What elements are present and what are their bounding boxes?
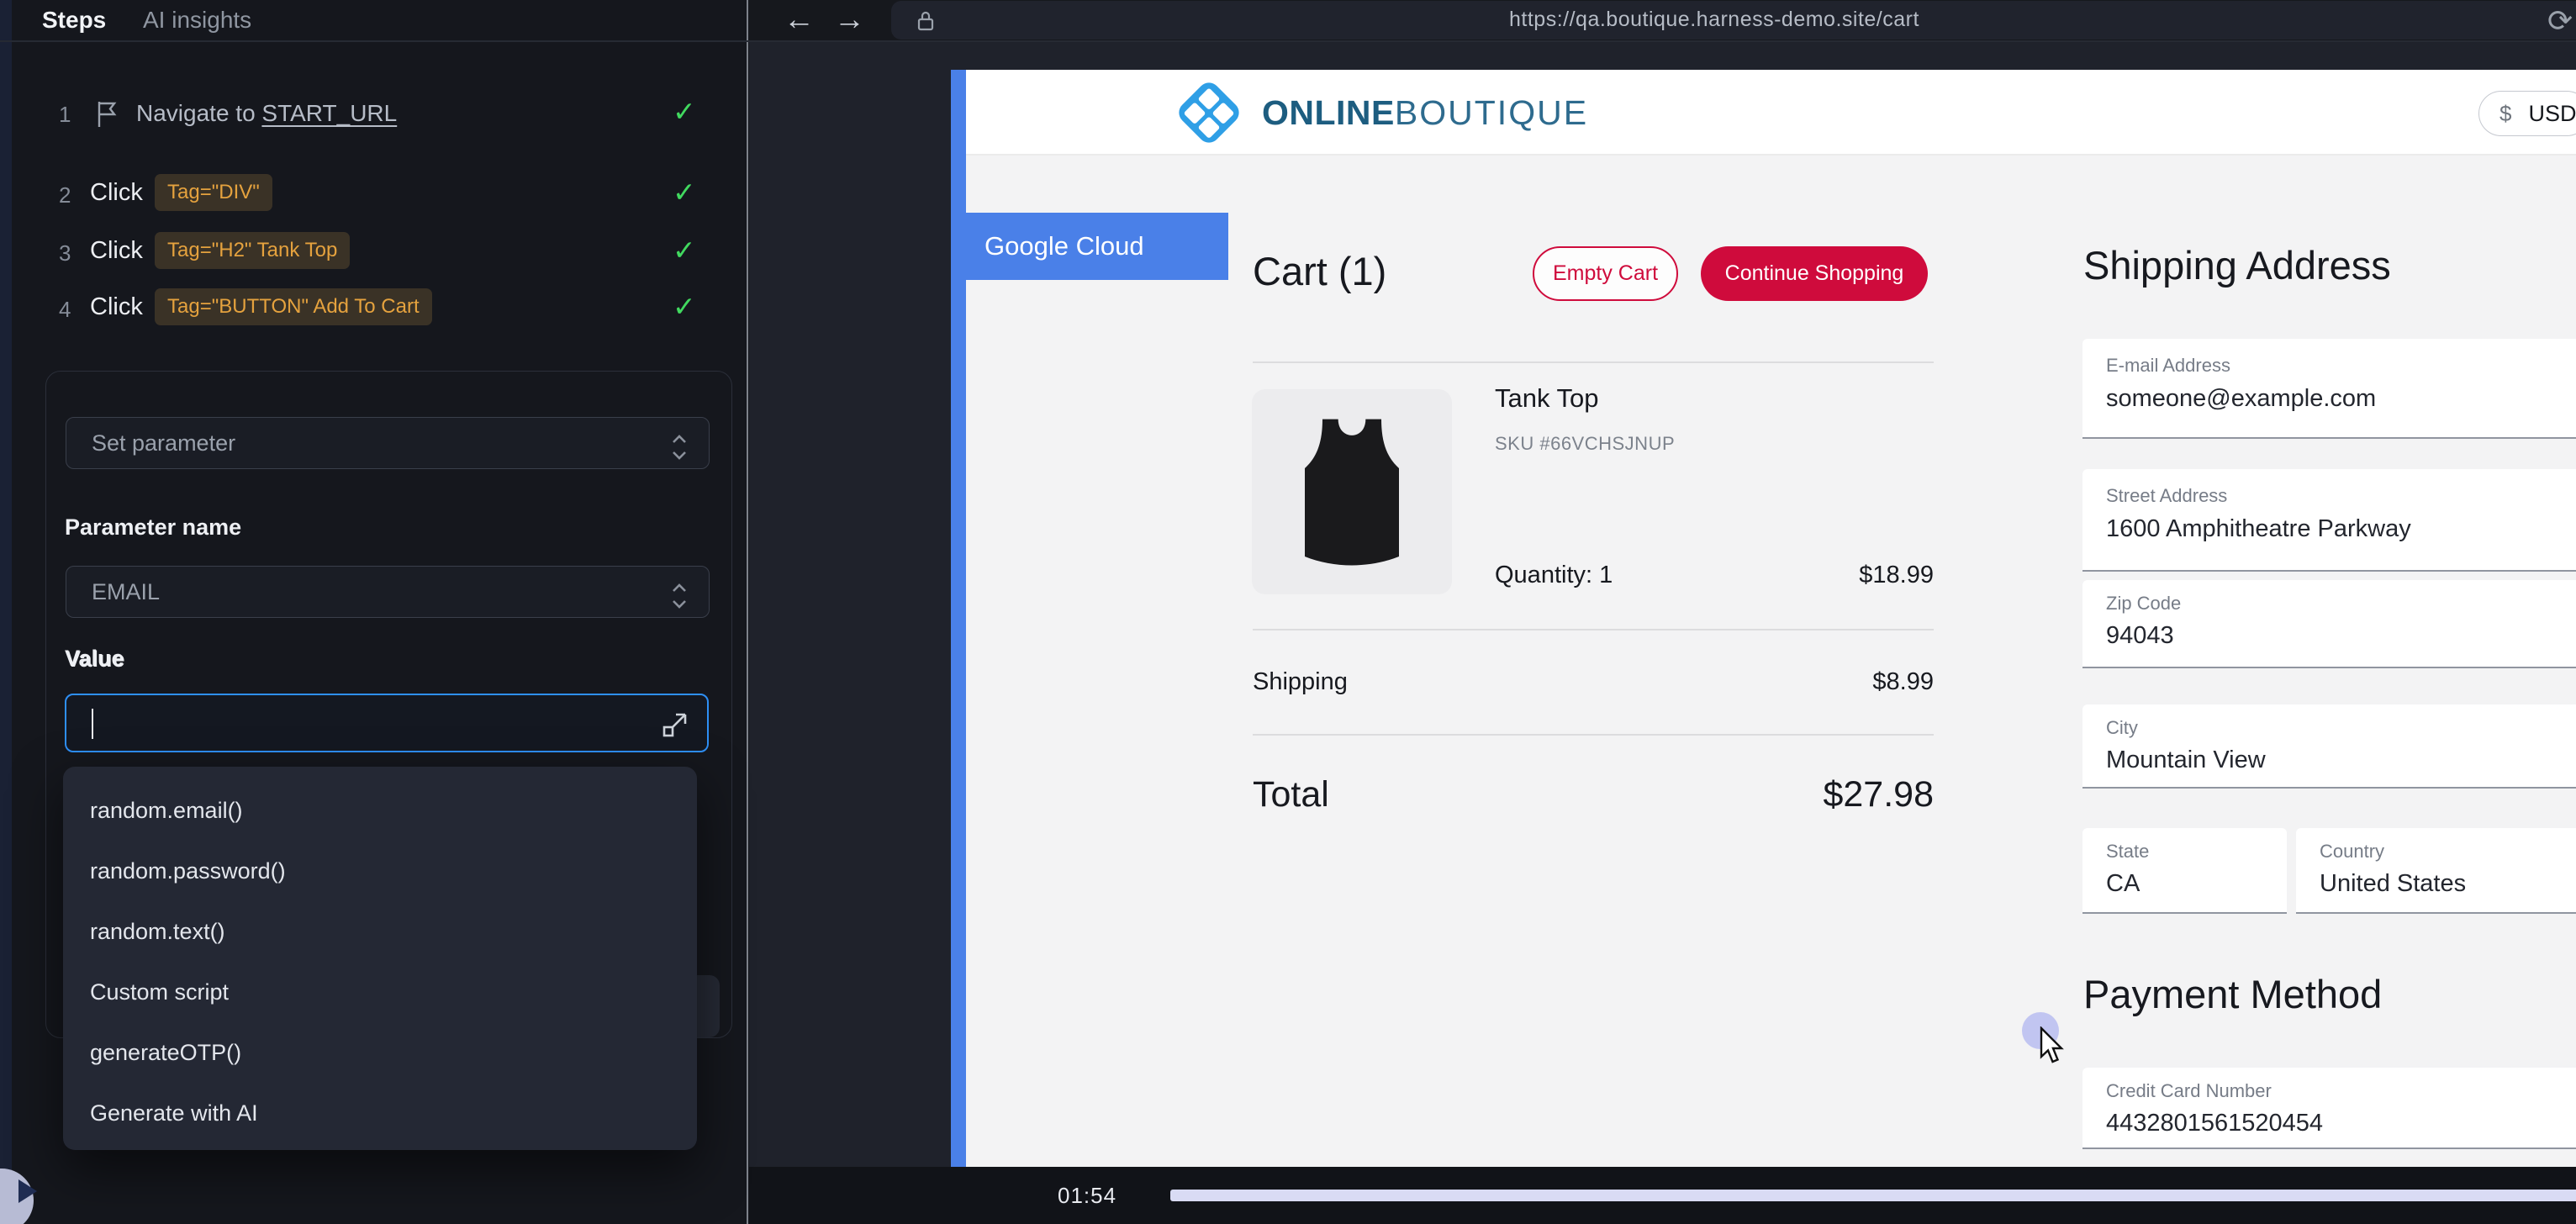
step-success-icon: ✓ (673, 95, 696, 128)
street-address-field[interactable]: Street Address 1600 Amphitheatre Parkway (2082, 469, 2576, 572)
total-price: $27.98 (1823, 774, 1934, 815)
cart-item-price: $18.99 (1859, 562, 1934, 589)
email-field[interactable]: E-mail Address someone@example.com (2082, 339, 2576, 439)
timeline-progress[interactable] (1170, 1190, 2576, 1201)
menu-item-generate-otp[interactable]: generateOTP() (63, 1022, 697, 1083)
step-label: Navigate to START_URL (136, 100, 397, 127)
state-field[interactable]: State CA (2082, 828, 2287, 914)
back-button[interactable]: ← (784, 2, 815, 37)
field-label: E-mail Address (2106, 355, 2230, 377)
google-cloud-ribbon: Google Cloud (966, 213, 1228, 280)
menu-item-random-password[interactable]: random.password() (63, 841, 697, 901)
total-label: Total (1253, 774, 1329, 815)
url-text[interactable]: https://qa.boutique.harness-demo.site/ca… (1509, 8, 1919, 32)
menu-item-custom-script[interactable]: Custom script (63, 962, 697, 1022)
parameter-name-select[interactable]: EMAIL (66, 566, 710, 618)
action-type-value: Set parameter (92, 430, 235, 456)
step-number: 3 (59, 240, 71, 266)
empty-cart-button[interactable]: Empty Cart (1533, 246, 1678, 301)
step-success-icon: ✓ (673, 290, 696, 323)
shipping-row-price: $8.99 (1872, 668, 1934, 696)
text-caret (92, 709, 93, 739)
timestamp: 01:54 (1058, 1183, 1116, 1209)
menu-item-generate-with-ai[interactable]: Generate with AI (63, 1083, 697, 1143)
tab-steps[interactable]: Steps (42, 0, 106, 40)
panel-resize-divider[interactable] (747, 0, 748, 1224)
shipping-row-label: Shipping (1253, 668, 1348, 696)
page-accent-strip (951, 70, 966, 1167)
checkout-form: Shipping Address E-mail Address someone@… (2083, 70, 2576, 1167)
field-label: City (2106, 717, 2138, 739)
timeline-bar: 01:54 (749, 1167, 2576, 1224)
step-row-1[interactable]: 1 Navigate to START_URL ✓ (0, 92, 735, 137)
mouse-cursor (2040, 1026, 2068, 1069)
online-boutique-page: ONLINEBOUTIQUE $ USD Google Cloud Cart (… (966, 70, 2576, 1167)
step-number: 2 (59, 182, 71, 208)
play-icon (18, 1179, 37, 1203)
value-suggestions-menu: random.email() random.password() random.… (63, 767, 697, 1150)
cart-section: Cart (1) Empty Cart Continue Shopping Ta… (1253, 70, 1934, 1167)
action-type-select[interactable]: Set parameter (66, 417, 710, 469)
flag-icon (94, 100, 119, 133)
continue-shopping-button[interactable]: Continue Shopping (1701, 246, 1928, 301)
field-value: United States (2320, 870, 2466, 898)
step-target-badge: Tag="DIV" (155, 174, 272, 211)
step-action: Click (90, 179, 143, 207)
field-value: CA (2106, 870, 2140, 898)
parameter-name-label: Parameter name (65, 514, 241, 541)
field-value: someone@example.com (2106, 385, 2376, 413)
play-button[interactable] (0, 1169, 34, 1224)
parameter-name-value: EMAIL (92, 579, 160, 604)
step-number: 4 (59, 297, 71, 323)
expand-editor-icon[interactable] (660, 710, 690, 744)
city-field[interactable]: City Mountain View (2082, 704, 2576, 789)
field-value: Mountain View (2106, 747, 2266, 774)
cart-title: Cart (1) (1253, 248, 1386, 294)
divider (1253, 629, 1934, 630)
value-input[interactable] (65, 694, 709, 752)
start-url-link: START_URL (261, 100, 397, 126)
step-action: Click (90, 237, 143, 265)
field-label: Country (2320, 841, 2384, 863)
field-value: 4432801561520454 (2106, 1110, 2323, 1137)
field-label: Zip Code (2106, 593, 2181, 615)
step-success-icon: ✓ (673, 234, 696, 266)
chevron-updown-icon (668, 430, 690, 480)
step-number: 1 (59, 102, 71, 128)
field-label: Credit Card Number (2106, 1080, 2272, 1102)
menu-item-random-email[interactable]: random.email() (63, 780, 697, 841)
field-label: State (2106, 841, 2149, 863)
field-value: 94043 (2106, 622, 2174, 650)
chevron-updown-icon (668, 578, 690, 629)
step-row-2[interactable]: 2 Click Tag="DIV" ✓ (0, 172, 735, 218)
step-success-icon: ✓ (673, 176, 696, 208)
payment-method-title: Payment Method (2083, 971, 2382, 1017)
forward-button[interactable]: → (834, 2, 865, 37)
divider (1253, 361, 1934, 363)
divider (1253, 734, 1934, 736)
cart-item-image (1252, 389, 1452, 594)
field-value: 1600 Amphitheatre Parkway (2106, 515, 2411, 543)
cart-item-quantity: Quantity: 1 (1495, 562, 1613, 589)
boutique-logo-icon[interactable] (1175, 78, 1243, 147)
tank-top-graphic (1293, 412, 1411, 572)
shipping-address-title: Shipping Address (2083, 242, 2391, 288)
lock-icon (916, 10, 936, 36)
refresh-icon[interactable]: ⟳ (2547, 3, 2573, 39)
tab-ai-insights[interactable]: AI insights (143, 0, 251, 40)
field-label: Street Address (2106, 485, 2227, 507)
step-target-badge: Tag="H2" Tank Top (155, 232, 350, 269)
cart-item-name[interactable]: Tank Top (1495, 383, 1599, 414)
steps-panel: Steps AI insights 1 Navigate to START_UR… (0, 0, 748, 1224)
value-label: Value (65, 646, 124, 672)
step-action: Click (90, 293, 143, 321)
step-target-badge: Tag="BUTTON" Add To Cart (155, 288, 432, 325)
step-row-4[interactable]: 4 Click Tag="BUTTON" Add To Cart ✓ (0, 287, 735, 332)
country-field[interactable]: Country United States (2296, 828, 2576, 914)
step-row-3[interactable]: 3 Click Tag="H2" Tank Top ✓ (0, 230, 735, 276)
menu-item-random-text[interactable]: random.text() (63, 901, 697, 962)
credit-card-field[interactable]: Credit Card Number 4432801561520454 (2082, 1068, 2576, 1149)
cart-item-sku: SKU #66VCHSJNUP (1495, 433, 1675, 455)
zip-code-field[interactable]: Zip Code 94043 (2082, 580, 2576, 668)
